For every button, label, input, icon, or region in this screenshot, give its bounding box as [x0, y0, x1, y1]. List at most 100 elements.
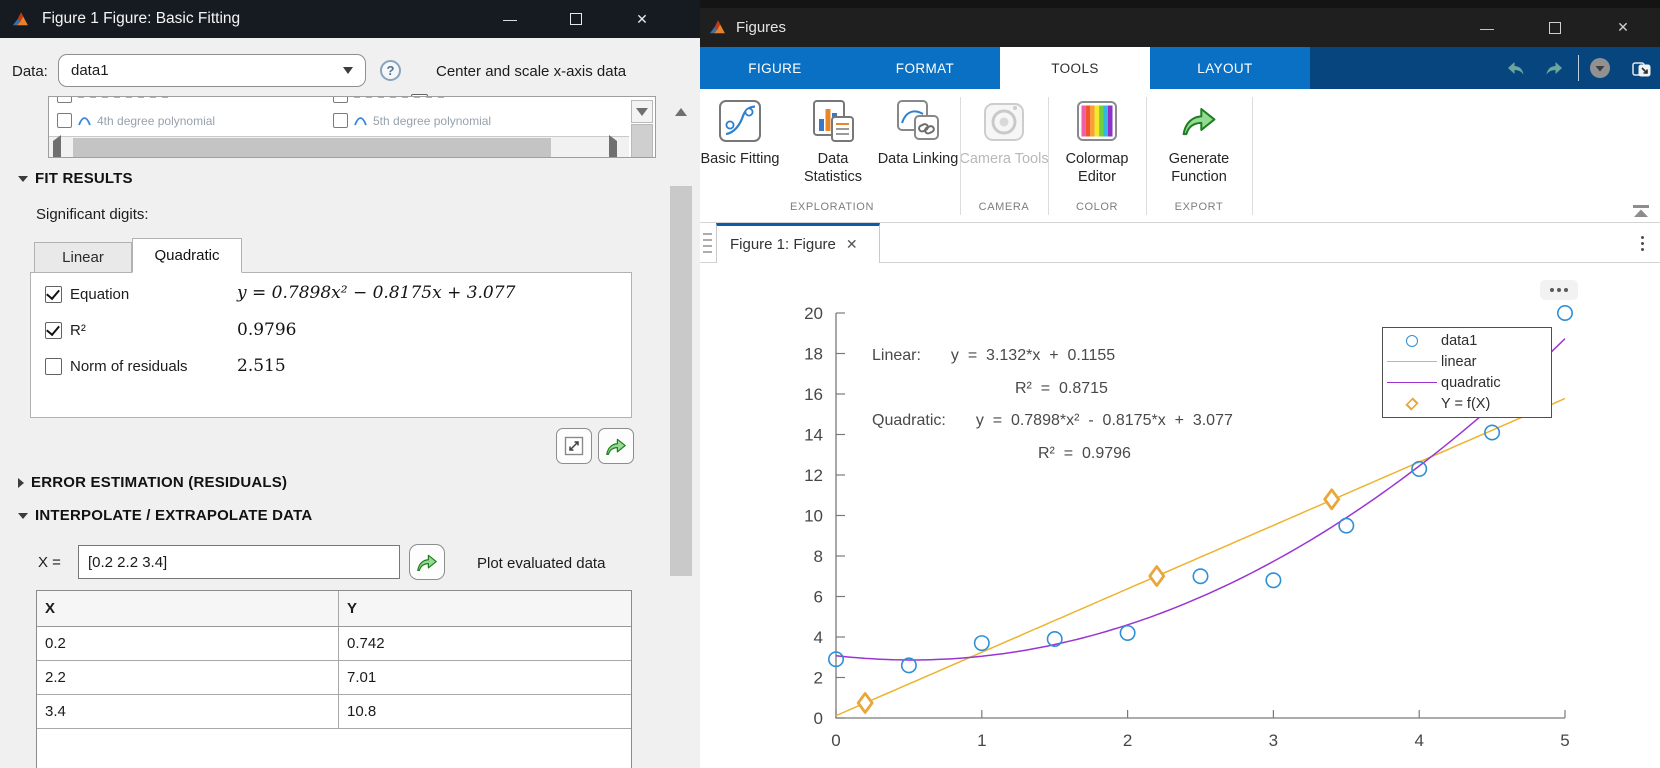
list-item[interactable]: 5th degree polynomial [333, 113, 491, 128]
ribbon-tab-layout[interactable]: LAYOUT [1150, 47, 1300, 89]
help-icon[interactable]: ? [380, 60, 401, 81]
list-item-label: 4th degree polynomial [97, 114, 215, 128]
table-row[interactable]: 3.4 10.8 [37, 695, 631, 729]
plot-legend[interactable]: data1 linear quadratic Y = f(X) [1382, 327, 1552, 418]
section-label-color: COLOR [1048, 201, 1146, 213]
camera-tools-button: Camera Tools [958, 98, 1050, 168]
data-statistics-button[interactable]: Data Statistics [787, 98, 879, 186]
generate-function-button[interactable]: Generate Function [1153, 98, 1245, 186]
figure-tab[interactable]: Figure 1: Figure ✕ [716, 223, 880, 263]
svg-text:14: 14 [804, 426, 823, 445]
scroll-right-icon[interactable] [609, 135, 617, 158]
legend-entry-data1[interactable]: data1 [1383, 330, 1551, 351]
close-button[interactable]: ✕ [619, 0, 665, 38]
fit-type-checkbox[interactable] [333, 96, 348, 103]
evaluate-button[interactable] [409, 544, 445, 580]
annotation-linear-r2: R² = 0.8715 [1015, 380, 1108, 398]
expand-results-button[interactable] [556, 428, 592, 464]
collapse-triangle-icon [18, 513, 28, 519]
circle-marker-icon [1406, 335, 1418, 347]
close-button[interactable]: ✕ [1600, 8, 1646, 47]
export-results-button[interactable] [598, 428, 634, 464]
ribbon-tab-figure[interactable]: FIGURE [700, 47, 850, 89]
sig-digits-label: Significant digits: [36, 206, 149, 223]
basic-fitting-button[interactable]: Basic Fitting [694, 98, 786, 168]
pop-out-button[interactable] [1626, 47, 1656, 89]
undo-icon [1504, 58, 1528, 78]
tab-linear[interactable]: Linear [34, 242, 132, 273]
share-arrow-icon [604, 436, 628, 457]
annotation-quadratic: Quadratic: y = 0.7898*x² - 0.8175*x + 3.… [872, 412, 1233, 430]
scrollbar-thumb[interactable] [670, 186, 692, 576]
legend-entry-linear[interactable]: linear [1383, 351, 1551, 372]
data-select[interactable]: data1 [58, 54, 366, 87]
svg-text:10: 10 [804, 507, 823, 526]
matlab-icon [11, 10, 30, 29]
axes-toolbar-button[interactable] [1540, 280, 1578, 300]
svg-text:0: 0 [814, 709, 823, 728]
fit-type-checkbox[interactable] [57, 96, 72, 103]
fit-type-checkbox[interactable] [333, 113, 348, 128]
fit-type-list[interactable]: 4th degree polynomial 5th degree polynom… [48, 96, 656, 158]
legend-entry-quadratic[interactable]: quadratic [1383, 372, 1551, 393]
screen: Figure 1 Figure: Basic Fitting — ✕ Data:… [0, 0, 1660, 768]
equation-checkbox[interactable] [45, 286, 62, 303]
table-row[interactable]: 0.2 0.742 [37, 627, 631, 661]
interpolate-header[interactable]: INTERPOLATE / EXTRAPOLATE DATA [18, 507, 312, 524]
table-header-x: X [37, 591, 339, 626]
svg-text:6: 6 [814, 588, 823, 607]
tab-overflow-menu[interactable] [1632, 229, 1652, 257]
tab-quadratic[interactable]: Quadratic [132, 238, 242, 273]
colormap-editor-button[interactable]: Colormap Editor [1051, 98, 1143, 186]
basic-fitting-icon [717, 98, 763, 144]
scroll-up-icon[interactable] [670, 100, 692, 124]
fit-results-panel: Equation y = 0.7898x² − 0.8175x + 3.077 … [30, 272, 632, 418]
r-squared-checkbox[interactable] [45, 322, 62, 339]
quick-access-dropdown[interactable] [1588, 47, 1612, 89]
panel-scrollbar[interactable] [668, 92, 694, 768]
norm-residuals-value: 2.515 [237, 356, 286, 376]
collapse-ribbon-button[interactable] [1630, 203, 1652, 219]
scroll-left-icon[interactable] [53, 135, 61, 158]
table-header-y: Y [339, 591, 631, 626]
svg-text:12: 12 [804, 466, 823, 485]
camera-tools-icon [981, 98, 1027, 144]
drag-handle[interactable] [703, 233, 712, 253]
maximize-button[interactable] [553, 0, 599, 38]
svg-text:20: 20 [804, 304, 823, 323]
share-arrow-icon [415, 552, 439, 573]
list-vscroll-thumb[interactable] [631, 124, 653, 158]
fit-results-header[interactable]: FIT RESULTS [18, 170, 133, 187]
svg-text:4: 4 [1414, 731, 1423, 750]
table-row[interactable]: 2.2 7.01 [37, 661, 631, 695]
undo-button[interactable] [1500, 47, 1532, 89]
matlab-icon [708, 18, 727, 37]
list-hscrollbar[interactable] [49, 136, 629, 157]
fit-type-checkbox[interactable] [57, 113, 72, 128]
redo-button[interactable] [1538, 47, 1570, 89]
minimize-button[interactable]: — [1464, 8, 1510, 47]
legend-entry-evaluated[interactable]: Y = f(X) [1383, 393, 1551, 414]
table-header-row: X Y [37, 591, 631, 627]
list-item[interactable]: 4th degree polynomial [57, 113, 215, 128]
maximize-button[interactable] [1532, 8, 1578, 47]
close-tab-icon[interactable]: ✕ [846, 236, 858, 253]
x-values-input[interactable] [78, 545, 400, 579]
chevron-down-icon [1589, 57, 1611, 79]
svg-text:2: 2 [814, 669, 823, 688]
list-item-label: 5th degree polynomial [373, 114, 491, 128]
left-titlebar: Figure 1 Figure: Basic Fitting — ✕ [0, 0, 700, 38]
svg-text:0: 0 [831, 731, 840, 750]
ribbon-tab-format[interactable]: FORMAT [850, 47, 1000, 89]
list-hscroll-thumb[interactable] [73, 138, 551, 157]
window-title: Figure 1 Figure: Basic Fitting [42, 10, 240, 28]
minimize-button[interactable]: — [487, 0, 533, 38]
expand-triangle-icon [18, 478, 24, 488]
list-scroll-down-button[interactable] [631, 100, 653, 123]
data-linking-button[interactable]: Data Linking [872, 98, 964, 168]
data-statistics-icon [810, 98, 856, 144]
norm-residuals-checkbox[interactable] [45, 358, 62, 375]
ribbon-tab-tools[interactable]: TOOLS [1000, 47, 1150, 89]
error-estimation-header[interactable]: ERROR ESTIMATION (RESIDUALS) [18, 474, 287, 491]
svg-text:5: 5 [1560, 731, 1569, 750]
